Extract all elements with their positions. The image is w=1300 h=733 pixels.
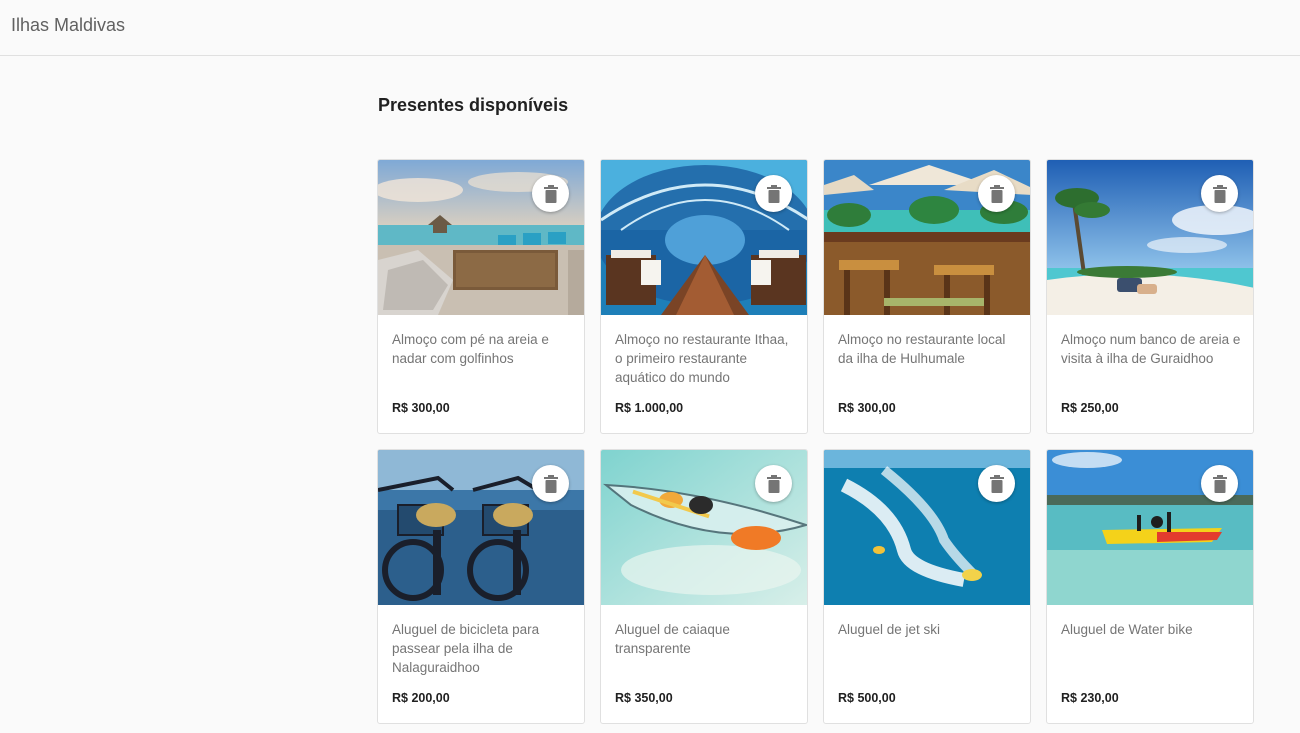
gift-price: R$ 230,00: [1061, 691, 1119, 705]
trash-icon: [1212, 184, 1227, 203]
gift-price: R$ 300,00: [838, 401, 896, 415]
gift-description: Aluguel de caiaque transparente: [615, 622, 730, 656]
trash-icon: [766, 474, 781, 493]
trash-icon: [543, 184, 558, 203]
delete-button[interactable]: [755, 175, 792, 212]
delete-button[interactable]: [1201, 465, 1238, 502]
gift-grid: Almoço com pé na areia e nadar com golfi…: [377, 159, 1254, 724]
trash-icon: [766, 184, 781, 203]
gift-card[interactable]: Aluguel de caiaque transparente R$ 350,0…: [600, 449, 808, 724]
gift-description: Almoço com pé na areia e nadar com golfi…: [392, 332, 549, 366]
app-title: Ilhas Maldivas: [11, 15, 126, 35]
delete-button[interactable]: [532, 175, 569, 212]
section-title: Presentes disponíveis: [378, 95, 569, 115]
delete-button[interactable]: [1201, 175, 1238, 212]
top-app-bar: Ilhas Maldivas: [0, 0, 1300, 56]
gift-price: R$ 300,00: [392, 401, 450, 415]
trash-icon: [989, 184, 1004, 203]
gift-image-water-bike: [1047, 450, 1253, 605]
gift-description: Aluguel de bicicleta para passear pela i…: [392, 622, 540, 675]
gift-image-terrace-restaurant: [824, 160, 1030, 315]
trash-icon: [989, 474, 1004, 493]
gift-card[interactable]: Almoço no restaurante Ithaa, o primeiro …: [600, 159, 808, 434]
gift-image-underwater-restaurant: [601, 160, 807, 315]
gift-description: Almoço no restaurante local da ilha de H…: [838, 332, 1006, 366]
gift-card[interactable]: Aluguel de jet ski R$ 500,00: [823, 449, 1031, 724]
gift-image-transparent-kayak: [601, 450, 807, 605]
gift-description: Aluguel de jet ski: [838, 622, 941, 637]
gift-image-jet-ski: [824, 450, 1030, 605]
gift-image-beach-lounge: [378, 160, 584, 315]
delete-button[interactable]: [978, 175, 1015, 212]
gift-price: R$ 200,00: [392, 691, 450, 705]
gift-card[interactable]: Almoço no restaurante local da ilha de H…: [823, 159, 1031, 434]
delete-button[interactable]: [755, 465, 792, 502]
gift-card[interactable]: Aluguel de bicicleta para passear pela i…: [377, 449, 585, 724]
delete-button[interactable]: [978, 465, 1015, 502]
gift-card[interactable]: Almoço num banco de areia e visita à ilh…: [1046, 159, 1254, 434]
trash-icon: [1212, 474, 1227, 493]
gift-description: Almoço num banco de areia e visita à ilh…: [1061, 332, 1241, 366]
gift-price: R$ 1.000,00: [615, 401, 684, 415]
trash-icon: [543, 474, 558, 493]
gift-image-sandbank: [1047, 160, 1253, 315]
gift-description: Almoço no restaurante Ithaa, o primeiro …: [615, 332, 789, 385]
gift-description: Aluguel de Water bike: [1061, 622, 1193, 637]
gift-price: R$ 500,00: [838, 691, 896, 705]
gift-price: R$ 250,00: [1061, 401, 1119, 415]
gift-price: R$ 350,00: [615, 691, 673, 705]
gift-image-bicycles: [378, 450, 584, 605]
gift-card[interactable]: Almoço com pé na areia e nadar com golfi…: [377, 159, 585, 434]
delete-button[interactable]: [532, 465, 569, 502]
gift-card[interactable]: Aluguel de Water bike R$ 230,00: [1046, 449, 1254, 724]
